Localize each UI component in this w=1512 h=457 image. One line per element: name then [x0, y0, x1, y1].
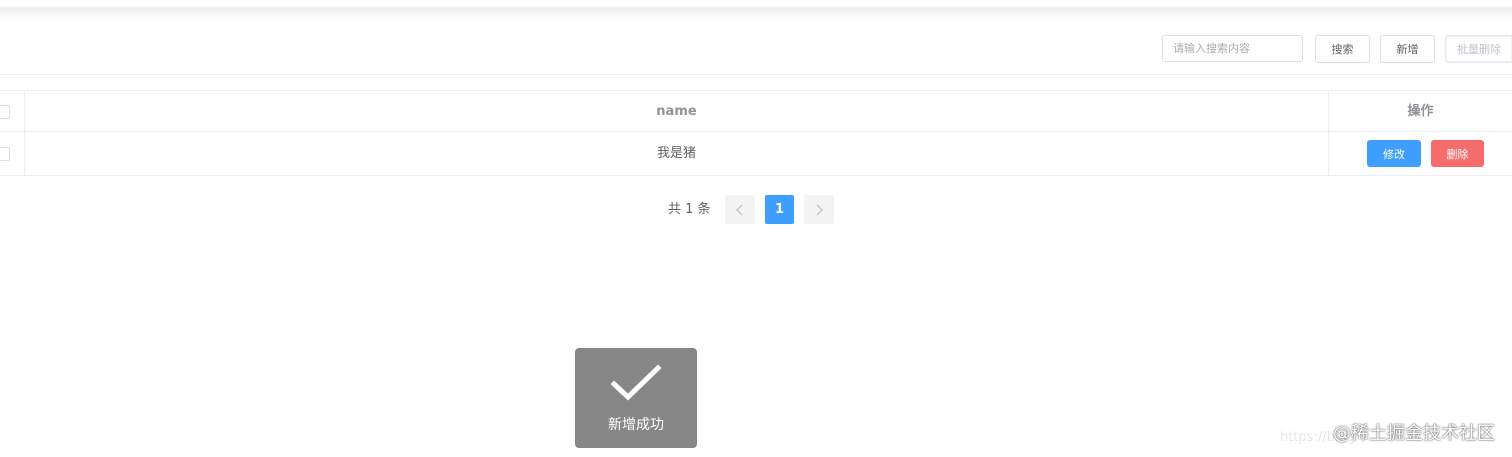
pagination-total: 共 1 条 [668, 202, 711, 217]
row-checkbox[interactable] [0, 147, 10, 161]
table-row: 我是猪 修改 删除 [0, 132, 1512, 176]
chevron-left-icon [736, 204, 743, 215]
column-divider [1328, 132, 1329, 175]
success-toast: 新增成功 [575, 348, 697, 448]
column-header-name[interactable]: name [25, 91, 1328, 132]
add-button[interactable]: 新增 [1380, 35, 1435, 63]
watermark-text: @稀土掘金技术社区 [1333, 423, 1495, 444]
prev-page-button[interactable] [725, 195, 755, 224]
toast-message: 新增成功 [608, 417, 664, 433]
search-input[interactable] [1162, 35, 1303, 62]
next-page-button[interactable] [804, 195, 834, 224]
column-header-actions: 操作 [1407, 104, 1434, 119]
delete-button[interactable]: 删除 [1431, 140, 1484, 167]
page-number-current[interactable]: 1 [765, 195, 794, 224]
select-all-checkbox[interactable] [0, 105, 10, 119]
checkmark-icon [611, 364, 661, 401]
cell-name: 我是猪 [656, 146, 696, 161]
edit-button[interactable]: 修改 [1367, 140, 1421, 167]
table-header-row: name 操作 [0, 90, 1512, 132]
batch-delete-button[interactable]: 批量删除 [1445, 35, 1512, 63]
top-shadow-bar [0, 0, 1512, 22]
chevron-right-icon [816, 204, 823, 215]
toolbar-divider [0, 74, 1512, 75]
search-button[interactable]: 搜索 [1315, 35, 1370, 63]
